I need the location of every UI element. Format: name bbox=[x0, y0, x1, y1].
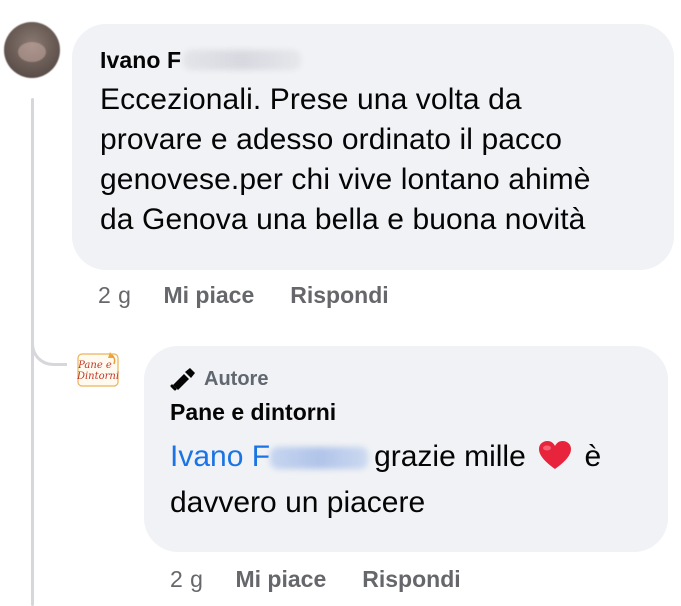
comment-line: Eccezionali. Prese una volta da bbox=[100, 83, 522, 116]
logo-line-2: Dintorni bbox=[76, 371, 119, 382]
comment-author-name[interactable]: Ivano F bbox=[100, 46, 181, 74]
comment-text: Eccezionali. Prese una volta da provare … bbox=[100, 80, 646, 240]
reply-text-part: grazie mille bbox=[374, 440, 526, 473]
reply-line-2: davvero un piacere bbox=[170, 486, 426, 519]
redacted-mention bbox=[270, 447, 369, 470]
heart-icon bbox=[538, 440, 572, 482]
reply-text: Ivano F grazie mille è davvero un piacere bbox=[170, 436, 642, 524]
comment-bubble: Ivano F Eccezionali. Prese una volta da … bbox=[72, 24, 674, 270]
redacted-surname bbox=[183, 50, 302, 70]
reply-timestamp[interactable]: 2 g bbox=[170, 566, 203, 593]
comment-author[interactable]: Ivano F bbox=[100, 46, 646, 74]
comment-timestamp[interactable]: 2 g bbox=[98, 282, 131, 309]
reply-line-1: Ivano F grazie mille è bbox=[170, 436, 642, 482]
avatar[interactable] bbox=[4, 22, 60, 78]
megaphone-icon bbox=[170, 368, 195, 391]
comment-line: genovese.per chi vive lontano ahimè bbox=[100, 163, 591, 196]
like-button[interactable]: Mi piace bbox=[163, 282, 254, 309]
comment-actions: 2 g Mi piace Rispondi bbox=[98, 282, 425, 309]
reply-button[interactable]: Rispondi bbox=[362, 566, 460, 593]
page-avatar[interactable]: Pane e Dintorni bbox=[72, 346, 124, 398]
mention-link[interactable]: Ivano F bbox=[170, 440, 270, 473]
thread-connector bbox=[31, 300, 67, 366]
comment-thread: Ivano F Eccezionali. Prese una volta da … bbox=[0, 0, 681, 606]
reply-bubble: Autore Pane e dintorni Ivano F grazie mil… bbox=[144, 346, 668, 552]
logo-line-1: Pane e bbox=[77, 360, 112, 371]
reply-button[interactable]: Rispondi bbox=[290, 282, 388, 309]
reply-author[interactable]: Pane e dintorni bbox=[170, 398, 642, 426]
like-button[interactable]: Mi piace bbox=[235, 566, 326, 593]
author-badge-label: Autore bbox=[204, 367, 269, 390]
page-logo-icon: Pane e Dintorni bbox=[76, 352, 119, 387]
author-badge: Autore bbox=[170, 366, 642, 392]
comment-line: provare e adesso ordinato il pacco bbox=[100, 123, 563, 156]
reply-text-part: è bbox=[584, 440, 602, 473]
reply-actions: 2 g Mi piace Rispondi bbox=[170, 566, 497, 593]
comment-line: da Genova una bella e buona novità bbox=[100, 203, 586, 236]
